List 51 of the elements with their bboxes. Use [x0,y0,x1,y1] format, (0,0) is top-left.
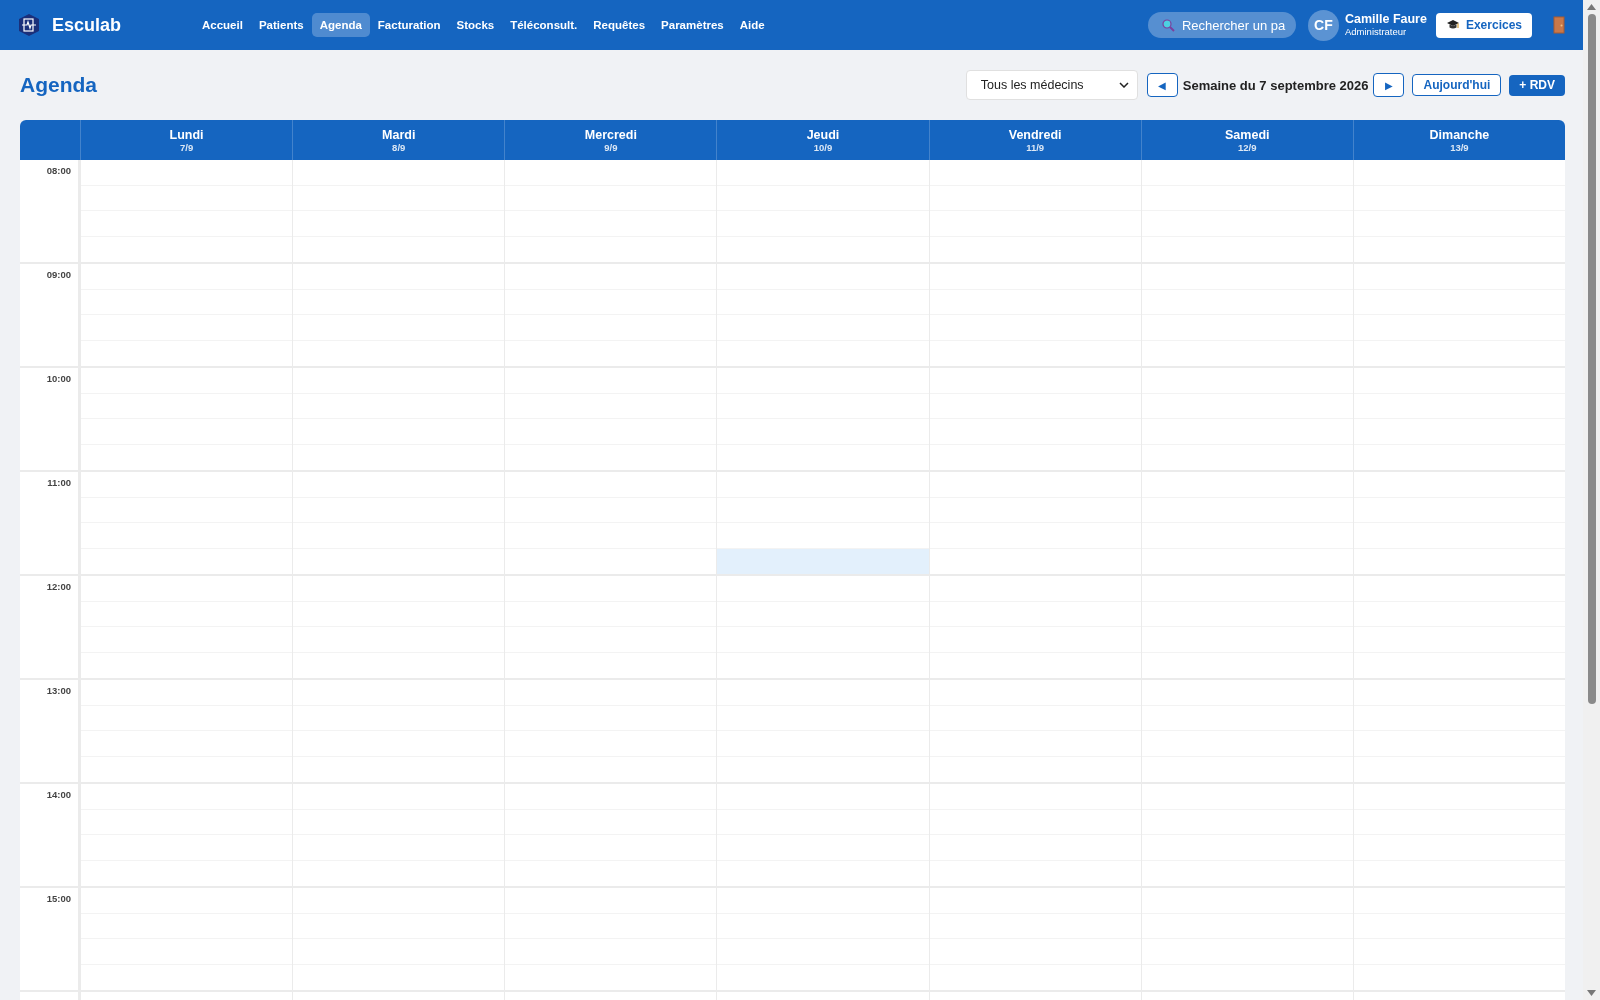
next-week-button[interactable]: ▶ [1373,73,1405,97]
scroll-down-icon[interactable] [1587,990,1596,996]
door-icon[interactable] [1553,16,1565,34]
new-appointment-button[interactable]: + RDV [1509,74,1565,96]
day-date: 8/9 [392,141,406,153]
week-label: Semaine du 7 septembre 2026 [1182,77,1369,93]
day-name: Mardi [382,127,416,142]
doctor-dropdown[interactable]: Tous les médecins [965,70,1138,100]
day-name: Vendredi [1008,127,1062,142]
day-date: 13/9 [1450,141,1469,153]
page-title: Agenda [20,73,97,97]
hour-label: 12:00 [46,581,71,592]
nav-tab[interactable]: Accueil [194,13,251,37]
day-date: 10/9 [813,141,833,153]
hour-label: 09:00 [46,269,71,280]
day-name: Dimanche [1429,127,1490,142]
day-date: 7/9 [179,141,194,153]
nav-tab[interactable]: Facturation [369,13,449,37]
hour-label: 14:00 [46,789,71,800]
today-button[interactable]: Aujourd'hui [1412,74,1502,96]
graduation-cap-icon [1445,19,1460,31]
previous-week-button[interactable]: ◀ [1146,73,1178,97]
day-name: Jeudi [806,127,840,142]
nav-tab[interactable]: Patients [250,13,312,37]
exercises-button[interactable]: Exercices [1435,12,1532,38]
day-date: 9/9 [604,141,618,153]
nav-tab[interactable]: Requêtes [585,13,654,37]
scroll-up-icon[interactable] [1587,4,1596,10]
nav-tab[interactable]: Téléconsult. [502,13,586,37]
nav-tab[interactable]: Aide [731,13,773,37]
user-role: Administrateur [1344,26,1408,37]
app-name: Esculab [52,14,122,36]
chevron-down-icon [1118,82,1129,88]
day-date: 12/9 [1238,141,1257,153]
hour-label: 15:00 [46,893,71,904]
hour-label: 08:00 [46,165,71,176]
hour-label: 13:00 [46,685,71,696]
day-date: 11/9 [1026,141,1045,153]
hour-label: 11:00 [47,477,71,488]
scrollbar[interactable] [1583,0,1600,1000]
logo-icon [18,13,40,37]
day-name: Lundi [169,127,204,142]
user-avatar[interactable]: CF [1307,9,1339,41]
day-name: Samedi [1225,127,1270,142]
search-icon [1161,19,1175,32]
hour-label: 10:00 [46,373,71,384]
nav-tab[interactable]: Agenda [311,13,370,37]
user-name: Camille Faure [1344,13,1427,27]
day-name: Mercredi [584,127,637,142]
nav-tab[interactable]: Paramètres [653,13,732,37]
nav-tab[interactable]: Stocks [448,13,503,37]
